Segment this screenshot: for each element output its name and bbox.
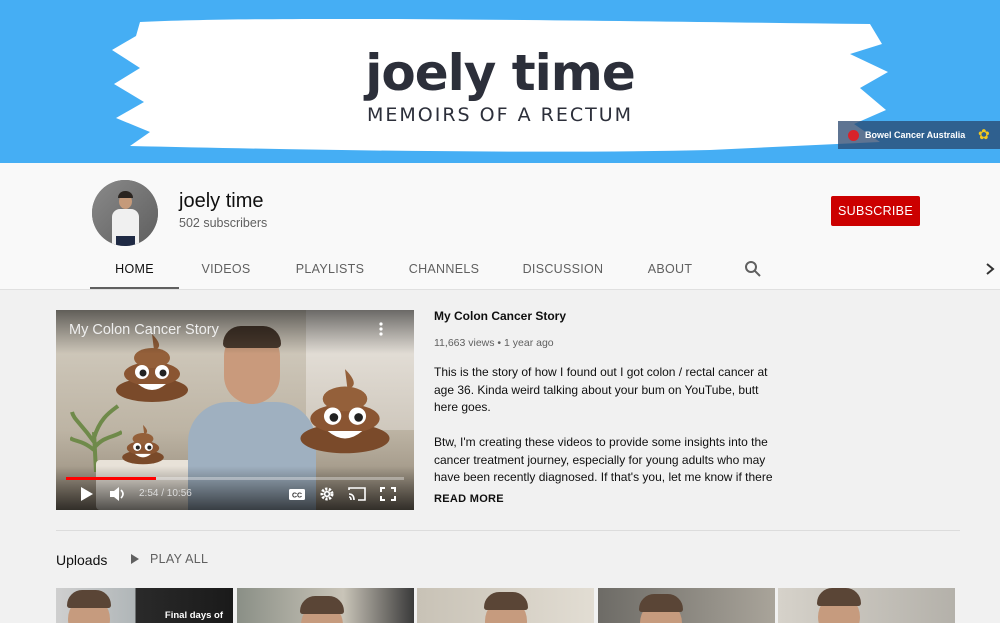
tab-discussion[interactable]: DISCUSSION: [518, 251, 608, 289]
channel-avatar[interactable]: [92, 180, 158, 246]
channel-banner: joely time MEMOIRS OF A RECTUM Bowel Can…: [0, 0, 1000, 163]
home-content: My Colon Cancer Story 2:54 / 10:56 CC My…: [0, 290, 1000, 623]
poo-emoji-icon: [300, 369, 390, 454]
section-divider: [56, 530, 960, 531]
description-paragraph: Btw, I'm creating these videos to provid…: [434, 435, 773, 484]
upload-thumbnail[interactable]: Final days of: [56, 588, 233, 623]
gear-icon[interactable]: [318, 486, 336, 502]
fullscreen-icon[interactable]: [379, 486, 397, 502]
tab-about[interactable]: ABOUT: [641, 251, 699, 289]
uploads-heading[interactable]: Uploads: [56, 552, 107, 568]
subscriber-count: 502 subscribers: [179, 216, 268, 230]
tab-home[interactable]: HOME: [90, 251, 179, 289]
player-title[interactable]: My Colon Cancer Story: [69, 322, 219, 338]
banner-title: joely time: [365, 44, 636, 102]
channel-header: joely time 502 subscribers SUBSCRIBE HOM…: [0, 163, 1000, 290]
poo-emoji-icon: [122, 424, 164, 465]
read-more-link[interactable]: READ MORE: [434, 493, 504, 505]
tab-channels[interactable]: CHANNELS: [403, 251, 485, 289]
chevron-right-icon[interactable]: [984, 261, 996, 277]
volume-icon[interactable]: [109, 486, 127, 502]
upload-thumbnail[interactable]: [417, 588, 594, 623]
play-all-label: PLAY ALL: [150, 552, 209, 566]
subscribe-button[interactable]: SUBSCRIBE: [831, 196, 920, 226]
featured-video-title[interactable]: My Colon Cancer Story: [434, 309, 566, 323]
play-icon[interactable]: [78, 486, 96, 502]
featured-video-description: This is the story of how I found out I g…: [434, 364, 774, 486]
thumbnail-caption: Final days of: [164, 610, 223, 621]
play-icon: [131, 554, 139, 564]
tab-videos[interactable]: VIDEOS: [195, 251, 257, 289]
featured-video-meta: 11,663 views • 1 year ago: [434, 337, 554, 349]
channel-name: joely time: [179, 190, 264, 212]
apple-icon: [848, 129, 859, 141]
upload-thumbnail[interactable]: [778, 588, 955, 623]
flower-icon: ✿: [978, 126, 990, 142]
cast-icon[interactable]: [348, 486, 366, 502]
upload-thumbnail[interactable]: [598, 588, 775, 623]
cc-icon[interactable]: CC: [288, 486, 306, 502]
featured-video-player[interactable]: My Colon Cancer Story 2:54 / 10:56 CC: [56, 310, 414, 510]
more-vert-icon[interactable]: [376, 321, 386, 337]
upload-thumbnail[interactable]: [237, 588, 414, 623]
channel-page: joely time MEMOIRS OF A RECTUM Bowel Can…: [0, 0, 1000, 623]
banner-link[interactable]: Bowel Cancer Australia ✿: [838, 121, 1000, 149]
progress-bar[interactable]: [66, 477, 404, 480]
play-all-button[interactable]: PLAY ALL: [130, 552, 208, 566]
tab-playlists[interactable]: PLAYLISTS: [290, 251, 370, 289]
banner-link-label: Bowel Cancer Australia: [865, 130, 966, 140]
search-icon[interactable]: [744, 260, 762, 278]
svg-text:CC: CC: [292, 493, 302, 500]
progress-fill: [66, 477, 156, 480]
description-paragraph: This is the story of how I found out I g…: [434, 365, 768, 414]
playback-time: 2:54 / 10:56: [139, 488, 192, 499]
